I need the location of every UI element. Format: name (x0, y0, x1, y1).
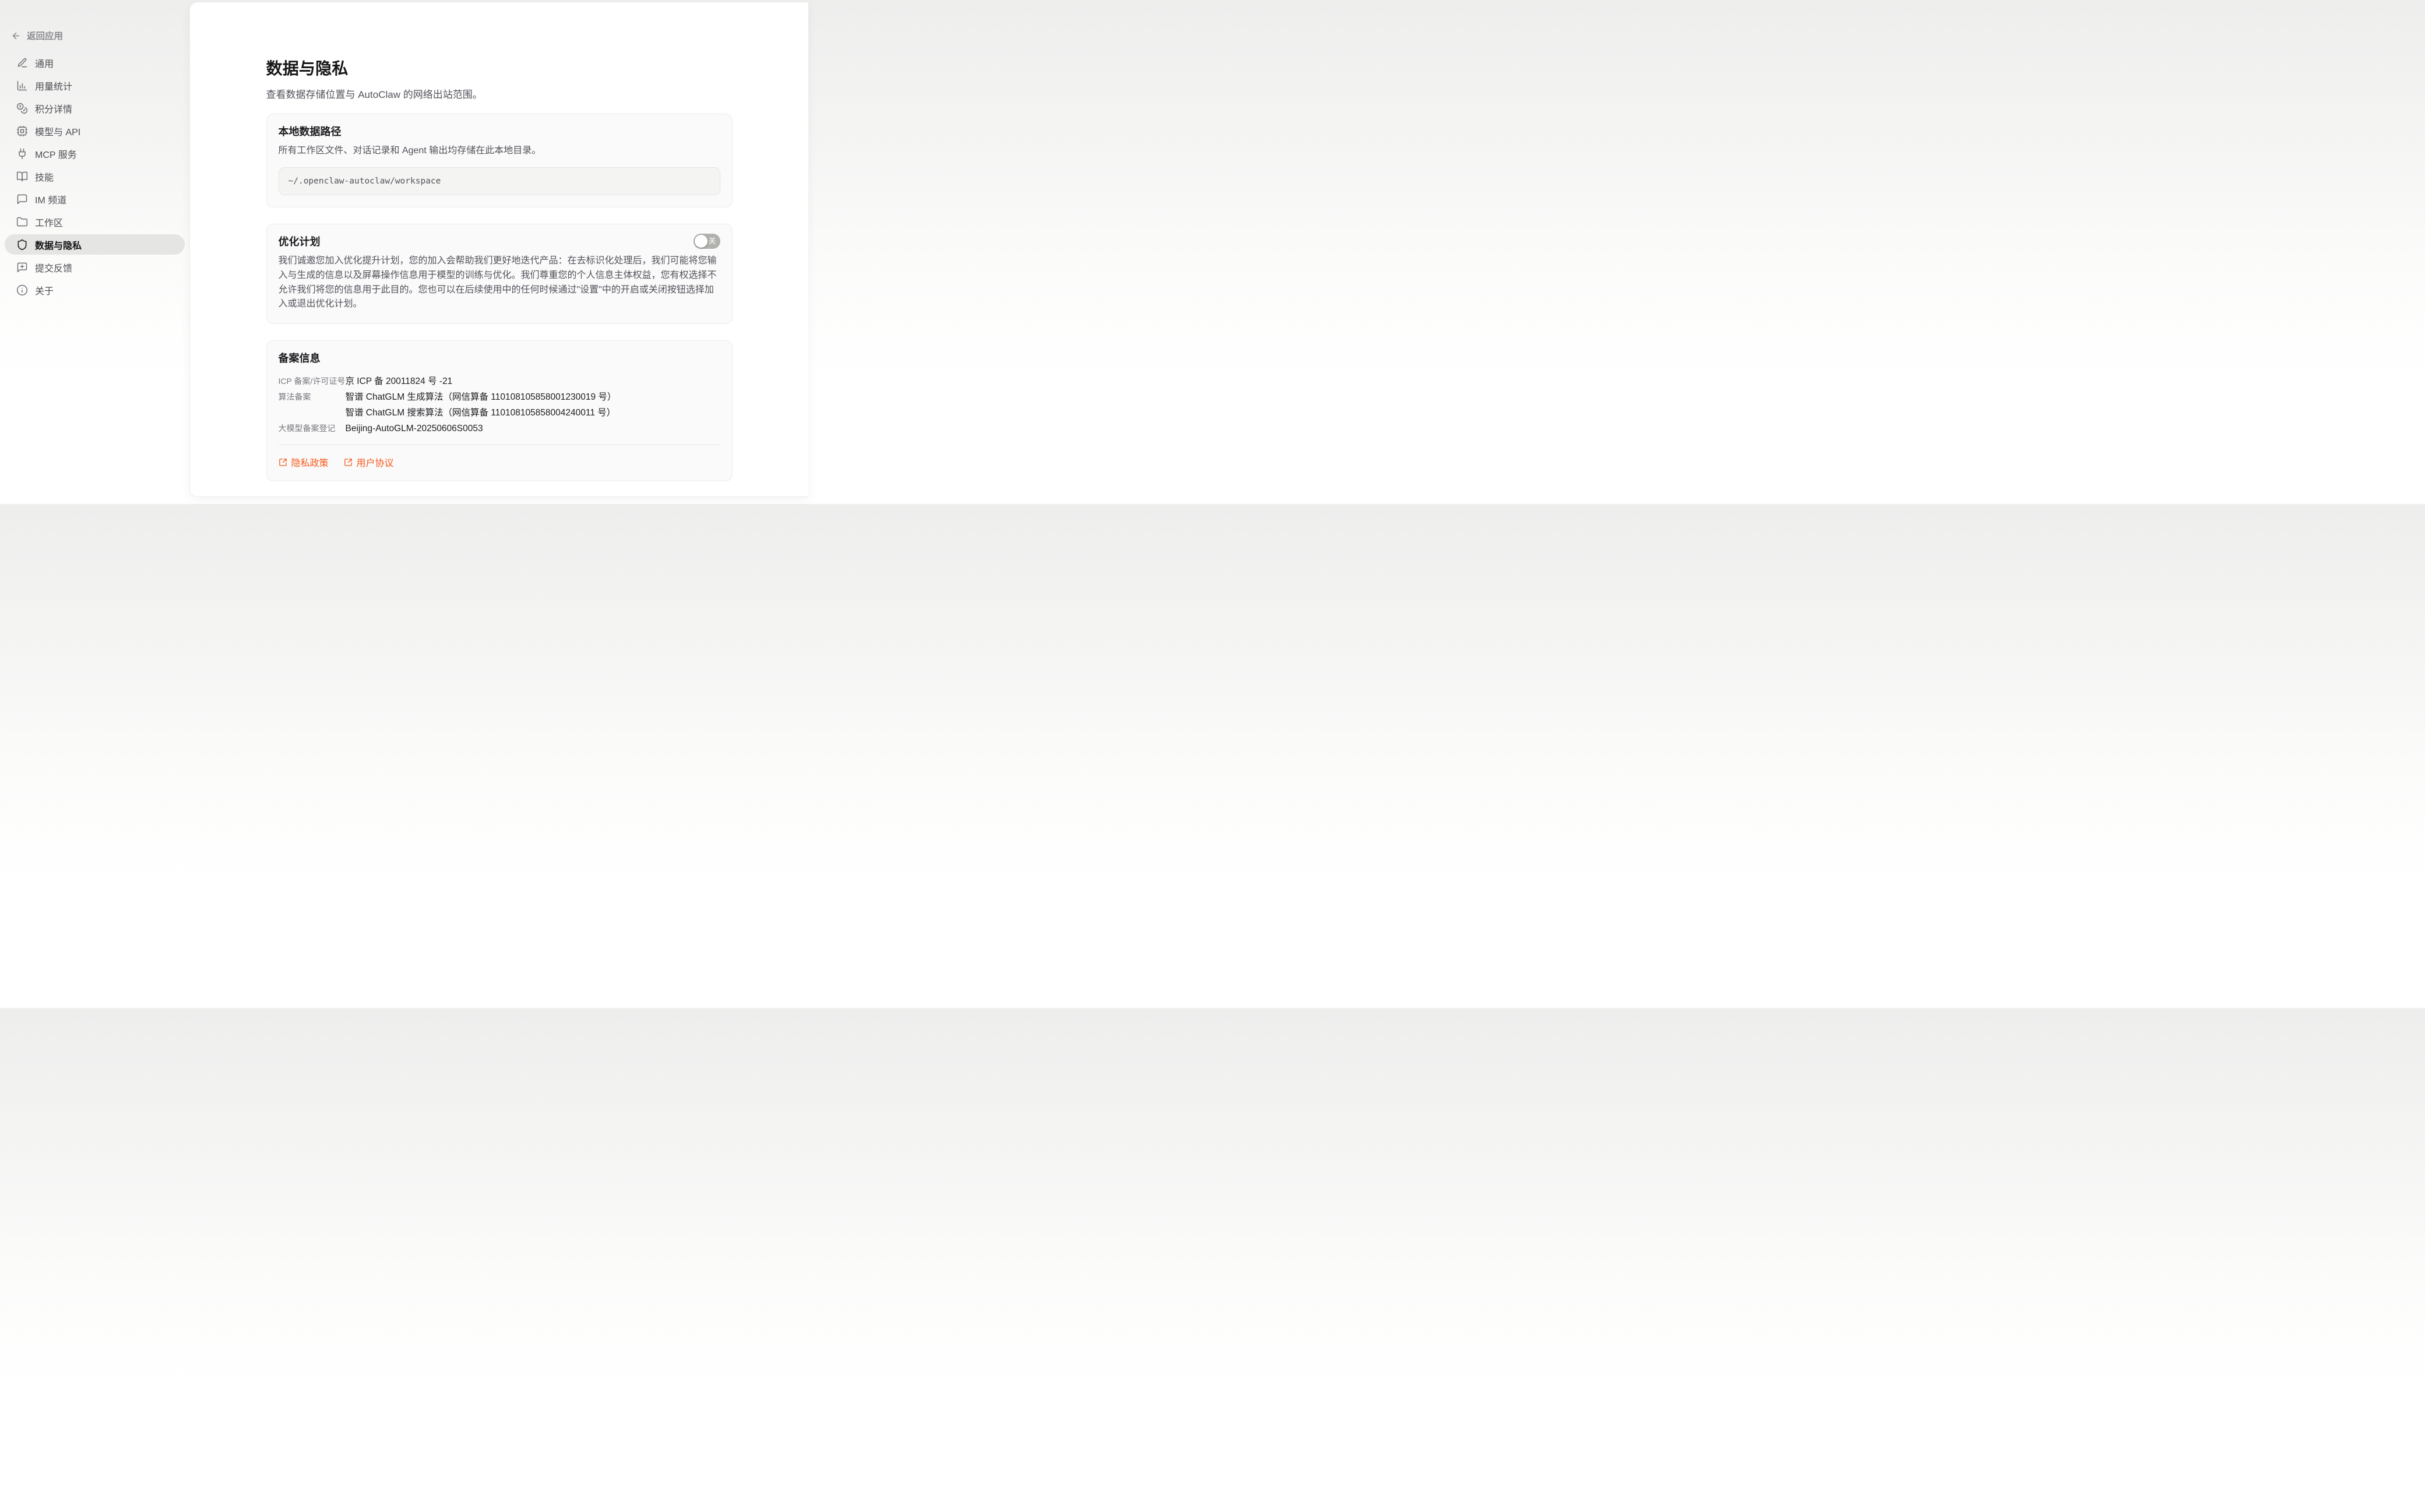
local-data-path-card: 本地数据路径 所有工作区文件、对话记录和 Agent 输出均存储在此本地目录。 … (266, 114, 733, 207)
privacy-policy-link[interactable]: 隐私政策 (279, 455, 329, 469)
sidebar-item-label: 积分详情 (35, 101, 72, 115)
sidebar-item-label: MCP 服务 (35, 147, 77, 161)
settings-content: 数据与隐私 查看数据存储位置与 AutoClaw 的网络出站范围。 本地数据路径… (266, 2, 733, 481)
message-square-plus-icon (16, 262, 28, 273)
optimization-card-header: 优化计划 关 (279, 234, 720, 249)
coins-icon (16, 103, 28, 114)
sidebar-item-usage-stats[interactable]: 用量统计 (5, 75, 185, 96)
cpu-icon (16, 125, 28, 137)
workspace-path-field[interactable]: ~/.openclaw-autoclaw/workspace (279, 167, 720, 195)
pen-icon (16, 57, 28, 69)
policy-links: 隐私政策 用户协议 (279, 455, 720, 469)
external-link-icon (279, 458, 287, 467)
page-title: 数据与隐私 (266, 56, 733, 79)
back-to-app-label: 返回应用 (27, 29, 63, 42)
algorithm-filing-value-2: 智谱 ChatGLM 搜索算法（网信算备 1101081058580042400… (346, 405, 617, 421)
model-registration-value: Beijing-AutoGLM-20250606S0053 (346, 421, 483, 436)
shield-icon (16, 239, 28, 251)
app-window: 返回应用 通用 用量统计 积分详情 (0, 0, 808, 504)
sidebar-item-about[interactable]: 关于 (5, 280, 185, 300)
sidebar-item-label: 通用 (35, 56, 54, 70)
sidebar-item-skills[interactable]: 技能 (5, 166, 185, 186)
icp-filing-value: 京 ICP 备 20011824 号 -21 (346, 373, 453, 389)
message-square-icon (16, 193, 28, 205)
optimization-program-card: 优化计划 关 我们诚邀您加入优化提升计划，您的加入会帮助我们更好地迭代产品：在去… (266, 224, 733, 324)
book-open-icon (16, 171, 28, 182)
sidebar-item-mcp[interactable]: MCP 服务 (5, 143, 185, 164)
optimization-toggle[interactable]: 关 (694, 234, 720, 249)
model-registration-label: 大模型备案登记 (279, 421, 346, 436)
optimization-title: 优化计划 (279, 234, 321, 249)
sidebar-item-credits[interactable]: 积分详情 (5, 98, 185, 118)
sidebar: 返回应用 通用 用量统计 积分详情 (0, 0, 189, 504)
sidebar-item-label: 提交反馈 (35, 260, 72, 274)
icp-filing-row: ICP 备案/许可证号 京 ICP 备 20011824 号 -21 (279, 373, 720, 389)
algorithm-filing-row: 算法备案 智谱 ChatGLM 生成算法（网信算备 11010810585800… (279, 389, 720, 421)
info-icon (16, 284, 28, 296)
filing-info-title: 备案信息 (279, 350, 720, 365)
algorithm-filing-label: 算法备案 (279, 389, 346, 405)
sidebar-item-data-privacy[interactable]: 数据与隐私 (5, 234, 185, 255)
sidebar-item-general[interactable]: 通用 (5, 52, 185, 73)
icp-filing-label: ICP 备案/许可证号 (279, 373, 346, 389)
filing-info-card: 备案信息 ICP 备案/许可证号 京 ICP 备 20011824 号 -21 … (266, 340, 733, 481)
toggle-knob (695, 235, 708, 248)
local-data-path-title: 本地数据路径 (279, 124, 720, 139)
plug-icon (16, 148, 28, 160)
algorithm-filing-value-1: 智谱 ChatGLM 生成算法（网信算备 1101081058580012300… (346, 389, 617, 405)
bar-chart-icon (16, 80, 28, 91)
arrow-left-icon (11, 31, 21, 41)
sidebar-item-models-api[interactable]: 模型与 API (5, 121, 185, 141)
back-to-app-button[interactable]: 返回应用 (5, 29, 185, 42)
sidebar-item-feedback[interactable]: 提交反馈 (5, 257, 185, 277)
sidebar-item-label: IM 频道 (35, 192, 66, 206)
user-agreement-label: 用户协议 (357, 455, 394, 469)
sidebar-item-label: 用量统计 (35, 79, 72, 93)
main-panel: 数据与隐私 查看数据存储位置与 AutoClaw 的网络出站范围。 本地数据路径… (189, 2, 808, 497)
optimization-description: 我们诚邀您加入优化提升计划，您的加入会帮助我们更好地迭代产品：在去标识化处理后，… (279, 254, 720, 312)
sidebar-nav: 通用 用量统计 积分详情 模型与 API (5, 52, 185, 300)
external-link-icon (344, 458, 353, 467)
sidebar-item-label: 模型与 API (35, 124, 80, 138)
privacy-policy-label: 隐私政策 (291, 455, 329, 469)
model-registration-row: 大模型备案登记 Beijing-AutoGLM-20250606S0053 (279, 421, 720, 436)
workspace-path-value: ~/.openclaw-autoclaw/workspace (288, 177, 441, 186)
sidebar-item-im-channels[interactable]: IM 频道 (5, 189, 185, 209)
sidebar-item-label: 关于 (35, 283, 54, 297)
user-agreement-link[interactable]: 用户协议 (344, 455, 394, 469)
sidebar-item-workspace[interactable]: 工作区 (5, 212, 185, 232)
sidebar-item-label: 数据与隐私 (35, 238, 82, 252)
sidebar-item-label: 工作区 (35, 215, 63, 229)
folder-icon (16, 216, 28, 228)
sidebar-item-label: 技能 (35, 170, 54, 184)
local-data-path-description: 所有工作区文件、对话记录和 Agent 输出均存储在此本地目录。 (279, 144, 720, 158)
toggle-state-label: 关 (708, 234, 716, 249)
page-subtitle: 查看数据存储位置与 AutoClaw 的网络出站范围。 (266, 86, 733, 101)
